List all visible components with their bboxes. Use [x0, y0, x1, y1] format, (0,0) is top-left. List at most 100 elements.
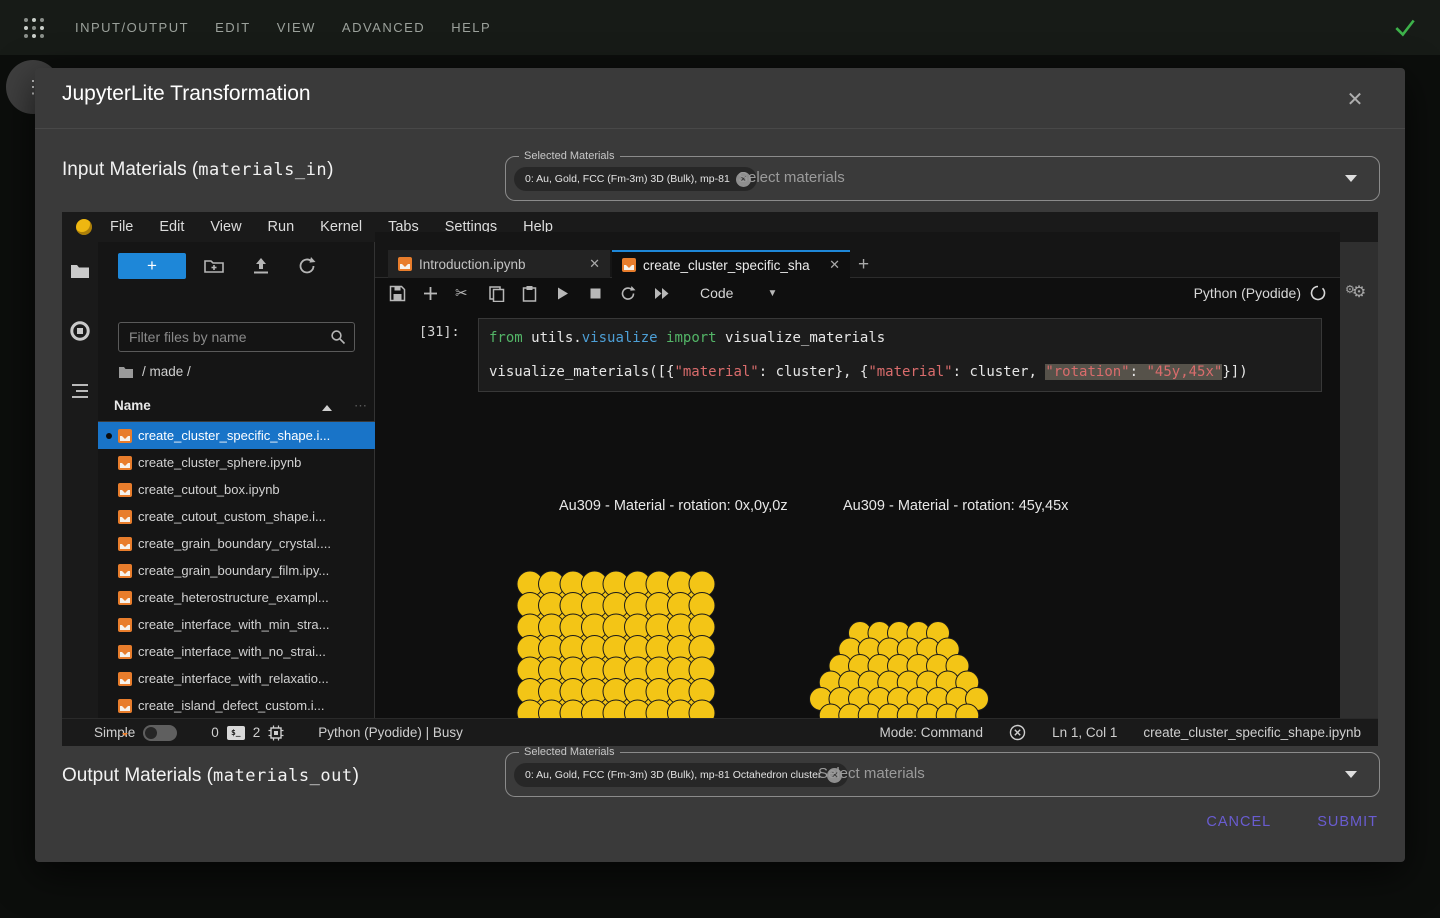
chevron-down-icon[interactable] — [1345, 175, 1357, 182]
kernel-status-text[interactable]: Python (Pyodide) | Busy — [318, 725, 463, 740]
property-inspector-icon[interactable]: ⚙⚙ — [1345, 282, 1366, 302]
breadcrumb[interactable]: / made / — [118, 364, 191, 379]
topbar-menu-advanced[interactable]: ADVANCED — [342, 20, 425, 35]
kernel-chip-icon[interactable] — [268, 725, 284, 741]
input-materials-select[interactable]: Selected Materials 0: Au, Gold, FCC (Fm-… — [505, 156, 1380, 201]
file-list-header[interactable]: Name ⋯ — [98, 392, 375, 422]
dot-spacer — [106, 460, 112, 466]
run-cell-icon[interactable] — [554, 285, 571, 302]
code-token: : — [1130, 364, 1147, 380]
kernel-name[interactable]: Python (Pyodide) — [1194, 285, 1301, 301]
jupyter-statusbar: Simple 0 $_ 2 Python (Pyodi — [62, 718, 1378, 746]
tab-label: create_cluster_specific_sha — [643, 258, 810, 273]
code-cell-editor[interactable]: from utils.visualize import visualize_ma… — [478, 318, 1322, 392]
terminals-count[interactable]: 0 — [211, 725, 219, 740]
topbar: INPUT/OUTPUT EDIT VIEW ADVANCED HELP — [0, 0, 1440, 55]
file-name: create_cluster_sphere.ipynb — [138, 455, 301, 470]
left-sidebar-rail — [62, 242, 98, 718]
kernels-count[interactable]: 2 — [253, 725, 261, 740]
output-label-right: Au309 - Material - rotation: 45y,45x — [843, 498, 1068, 514]
dot-spacer — [106, 703, 112, 709]
paste-cells-icon[interactable] — [521, 285, 538, 302]
apps-grid-icon[interactable] — [22, 16, 46, 40]
file-name: create_interface_with_min_stra... — [138, 617, 329, 632]
toggle-knob — [145, 727, 157, 739]
copy-cells-icon[interactable] — [488, 285, 505, 302]
chevron-down-icon[interactable] — [1345, 771, 1357, 778]
column-options-icon[interactable]: ⋯ — [354, 398, 367, 414]
jl-menu-file[interactable]: File — [110, 219, 133, 235]
code-line-2: visualize_materials([{"material": cluste… — [489, 355, 1311, 389]
file-row[interactable]: create_interface_with_no_strai... — [98, 638, 375, 665]
file-row[interactable]: create_interface_with_min_stra... — [98, 611, 375, 638]
file-browser-icon[interactable] — [69, 260, 91, 282]
topbar-menu-view[interactable]: VIEW — [277, 20, 316, 35]
restart-kernel-icon[interactable] — [620, 285, 637, 302]
output-materials-select[interactable]: Selected Materials 0: Au, Gold, FCC (Fm-… — [505, 752, 1380, 797]
file-row[interactable]: create_cluster_specific_shape.i... — [98, 422, 375, 449]
code-line-1: from utils.visualize import visualize_ma… — [489, 321, 1311, 355]
code-token: "rotation" — [1045, 364, 1129, 380]
upload-icon[interactable] — [250, 255, 272, 277]
file-row[interactable]: create_cutout_box.ipynb — [98, 476, 375, 503]
material-chip[interactable]: 0: Au, Gold, FCC (Fm-3m) 3D (Bulk), mp-8… — [514, 763, 848, 787]
topbar-menu-edit[interactable]: EDIT — [215, 20, 251, 35]
modified-dot — [106, 433, 112, 439]
file-row[interactable]: create_cluster_sphere.ipynb — [98, 449, 375, 476]
cell-type-select[interactable]: Code — [700, 285, 733, 301]
chevron-down-icon[interactable]: ▼ — [767, 288, 777, 299]
code-token: "material" — [868, 364, 952, 380]
run-all-cells-icon[interactable] — [653, 285, 670, 302]
running-kernels-icon[interactable] — [69, 320, 91, 342]
sort-ascending-icon[interactable] — [322, 405, 332, 411]
transformation-modal: JupyterLite Transformation ✕ Input Mater… — [35, 68, 1405, 862]
name-column-header[interactable]: Name — [114, 398, 151, 413]
breadcrumb-path[interactable]: / made / — [142, 364, 191, 379]
notebook-icon — [118, 483, 132, 497]
jl-menu-run[interactable]: Run — [268, 219, 295, 235]
jl-menu-kernel[interactable]: Kernel — [320, 219, 362, 235]
tab-introduction[interactable]: Introduction.ipynb ✕ — [388, 250, 610, 278]
add-cell-icon[interactable] — [422, 285, 439, 302]
code-token: }]) — [1222, 364, 1247, 380]
tab-create-cluster-specific-shape[interactable]: create_cluster_specific_sha ✕ — [612, 250, 850, 278]
terminal-icon[interactable]: $_ — [227, 726, 245, 740]
stop-kernel-icon[interactable] — [587, 285, 604, 302]
file-name: create_grain_boundary_film.ipy... — [138, 563, 329, 578]
jl-menu-view[interactable]: View — [210, 219, 241, 235]
notebook-icon — [398, 257, 412, 271]
close-icon[interactable]: ✕ — [1341, 86, 1369, 114]
refresh-icon[interactable] — [296, 255, 318, 277]
topbar-menu-help[interactable]: HELP — [451, 20, 491, 35]
cut-cells-icon[interactable]: ✂ — [455, 285, 472, 302]
table-of-contents-icon[interactable] — [69, 380, 91, 402]
save-icon[interactable] — [389, 285, 406, 302]
topbar-menu-input-output[interactable]: INPUT/OUTPUT — [75, 20, 189, 35]
filter-files-input[interactable] — [118, 322, 355, 352]
new-tab-icon[interactable]: + — [858, 254, 869, 276]
material-chip[interactable]: 0: Au, Gold, FCC (Fm-3m) 3D (Bulk), mp-8… — [514, 167, 757, 191]
kernel-status-icon — [1310, 285, 1326, 301]
notifications-off-icon[interactable] — [1009, 724, 1026, 741]
cancel-button[interactable]: CANCEL — [1206, 814, 1271, 830]
jl-menu-edit[interactable]: Edit — [159, 219, 184, 235]
new-folder-icon[interactable] — [203, 255, 225, 277]
file-row[interactable]: create_grain_boundary_film.ipy... — [98, 557, 375, 584]
command-mode-indicator[interactable]: Mode: Command — [880, 725, 984, 740]
simple-mode-toggle[interactable] — [143, 725, 177, 741]
notebook-content[interactable]: [31]: from utils.visualize import visual… — [375, 308, 1340, 718]
code-token: : cluster}, { — [759, 364, 869, 380]
submit-button[interactable]: SUBMIT — [1317, 814, 1378, 830]
active-filename[interactable]: create_cluster_specific_shape.ipynb — [1143, 725, 1361, 740]
close-tab-icon[interactable]: ✕ — [829, 257, 840, 273]
file-row[interactable]: create_interface_with_relaxatio... — [98, 665, 375, 692]
cursor-position[interactable]: Ln 1, Col 1 — [1052, 725, 1117, 740]
close-tab-icon[interactable]: ✕ — [589, 256, 600, 272]
dot-spacer — [106, 568, 112, 574]
simple-mode-label: Simple — [94, 725, 135, 740]
file-row[interactable]: create_island_defect_custom.i... — [98, 692, 375, 719]
file-row[interactable]: create_cutout_custom_shape.i... — [98, 503, 375, 530]
file-row[interactable]: create_heterostructure_exampl... — [98, 584, 375, 611]
new-launcher-button[interactable]: + — [118, 253, 186, 279]
file-row[interactable]: create_grain_boundary_crystal.... — [98, 530, 375, 557]
